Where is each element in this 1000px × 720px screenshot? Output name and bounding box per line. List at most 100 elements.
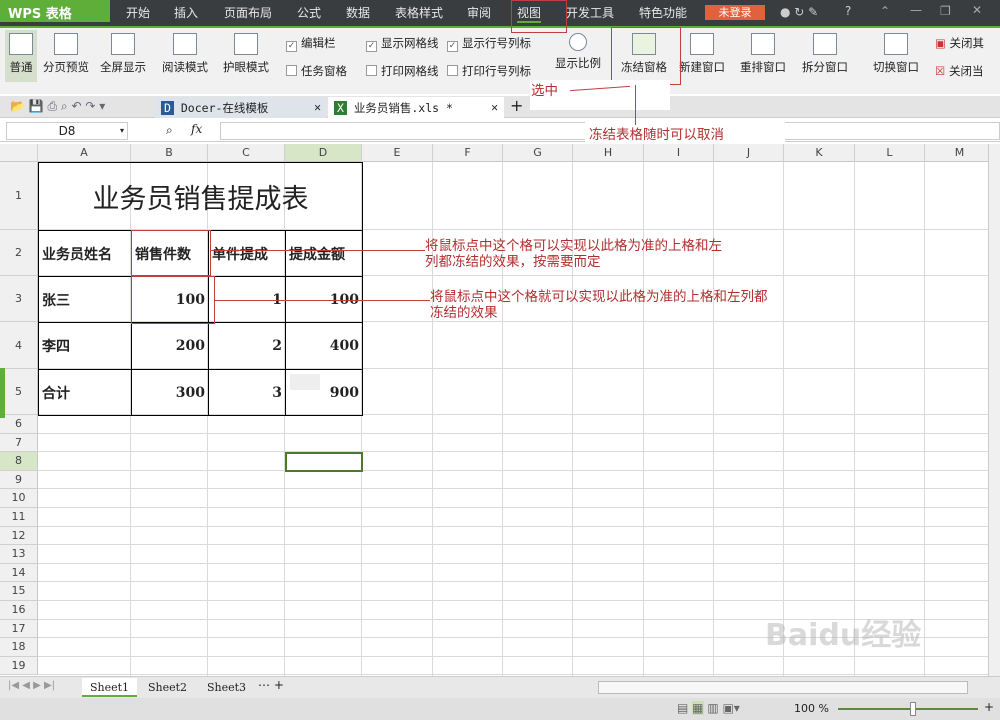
menu-developer[interactable]: 开发工具 — [566, 4, 614, 21]
checkbox-print-gridlines[interactable]: 打印网格线 — [366, 63, 439, 79]
row-header[interactable]: 18 — [0, 638, 38, 657]
paste-options-icon[interactable] — [290, 374, 320, 390]
normal-view-button[interactable]: 普通 — [5, 30, 37, 82]
table-cell[interactable]: 2 — [208, 322, 286, 370]
table-cell[interactable]: 200 — [131, 322, 209, 370]
close-others-button[interactable]: ▣ 关闭其 — [935, 35, 984, 51]
eye-care-button[interactable]: 护眼模式 — [220, 30, 272, 82]
row-header[interactable]: 8 — [0, 452, 38, 471]
close-tab-icon[interactable]: ✕ — [491, 100, 498, 114]
menu-start[interactable]: 开始 — [126, 4, 150, 21]
table-cell[interactable]: 提成金额 — [285, 230, 363, 277]
login-button[interactable]: 未登录 — [705, 5, 765, 20]
checkbox[interactable]: ✓ — [447, 41, 458, 52]
search-icon[interactable]: ⌕ — [166, 123, 173, 138]
close-tab-icon[interactable]: ✕ — [314, 100, 321, 114]
row-header[interactable]: 10 — [0, 489, 38, 508]
row-header[interactable]: 2 — [0, 230, 38, 276]
column-header[interactable]: F — [433, 144, 503, 162]
column-header[interactable]: D — [285, 144, 362, 162]
view-mode-icons[interactable]: ▤ ▦ ▥ ▣▾ — [677, 701, 740, 715]
collapse-icon[interactable]: ⌃ — [880, 4, 890, 18]
checkbox[interactable] — [286, 65, 297, 76]
row-header[interactable]: 15 — [0, 582, 38, 601]
row-header[interactable]: 7 — [0, 433, 38, 453]
horizontal-scrollbar[interactable] — [598, 681, 968, 694]
switch-window-button[interactable]: 切换窗口 — [866, 30, 926, 82]
table-cell[interactable]: 张三 — [38, 276, 132, 323]
row-header[interactable]: 6 — [0, 415, 38, 434]
zoom-slider[interactable] — [838, 708, 978, 710]
chevron-down-icon[interactable]: ▾ — [120, 123, 124, 139]
menu-insert[interactable]: 插入 — [174, 4, 198, 21]
column-header[interactable]: H — [573, 144, 644, 162]
row-header[interactable]: 5 — [0, 369, 38, 415]
row-header[interactable]: 13 — [0, 545, 38, 564]
checkbox[interactable]: ✓ — [286, 41, 297, 52]
fullscreen-button[interactable]: 全屏显示 — [97, 30, 149, 82]
table-title[interactable]: 业务员销售提成表 — [38, 162, 363, 231]
help-icon[interactable]: ? — [845, 4, 851, 18]
close-icon[interactable]: ✕ — [972, 3, 982, 17]
zoom-in-icon[interactable]: + — [984, 700, 994, 714]
menu-page-layout[interactable]: 页面布局 — [224, 4, 272, 21]
column-header[interactable]: E — [362, 144, 433, 162]
row-header[interactable]: 16 — [0, 601, 38, 620]
side-panel-handle[interactable] — [0, 368, 5, 418]
menu-data[interactable]: 数据 — [346, 4, 370, 21]
sheet-nav-arrows[interactable]: |◀ ◀ ▶ ▶| — [8, 680, 55, 691]
menu-features[interactable]: 特色功能 — [639, 4, 687, 21]
checkbox[interactable]: ✓ — [366, 41, 377, 52]
row-header[interactable]: 9 — [0, 470, 38, 490]
column-header[interactable]: G — [503, 144, 573, 162]
row-header[interactable]: 12 — [0, 526, 38, 546]
row-header[interactable]: 11 — [0, 508, 38, 527]
spreadsheet-grid[interactable]: A B C D E F G H I J K L M 1 2 3 4 5 6 7 8 9 10 11 12 13 14 15 16 17 18… — [0, 144, 1000, 676]
toolbar-icons[interactable]: ● ↻ ✎ — [780, 5, 818, 19]
column-header[interactable]: J — [714, 144, 784, 162]
table-cell[interactable]: 合计 — [38, 369, 132, 416]
sheet-tab-2[interactable]: Sheet2 — [140, 678, 195, 697]
sheet-tab-3[interactable]: Sheet3 — [199, 678, 254, 697]
selected-cell-d8[interactable] — [285, 452, 363, 473]
table-cell[interactable]: 300 — [131, 369, 209, 416]
new-tab-icon[interactable]: + — [510, 96, 523, 115]
row-header[interactable]: 3 — [0, 276, 38, 322]
row-header[interactable]: 1 — [0, 162, 38, 230]
checkbox-formula-bar[interactable]: ✓ 编辑栏 — [286, 35, 336, 52]
close-current-button[interactable]: ☒ 关闭当 — [935, 63, 983, 79]
column-header[interactable]: A — [38, 144, 131, 162]
checkbox[interactable] — [447, 65, 458, 76]
page-break-preview-button[interactable]: 分页预览 — [42, 30, 90, 82]
menu-formula[interactable]: 公式 — [297, 4, 321, 21]
tab-docer[interactable]: D Docer-在线模板 ✕ — [155, 97, 327, 118]
menu-table-style[interactable]: 表格样式 — [395, 4, 443, 21]
table-cell[interactable]: 3 — [208, 369, 286, 416]
column-header[interactable]: I — [644, 144, 714, 162]
checkbox[interactable] — [366, 65, 377, 76]
zoom-slider-handle[interactable] — [910, 702, 916, 716]
column-header[interactable]: B — [131, 144, 208, 162]
vertical-scrollbar[interactable] — [988, 144, 1000, 676]
add-sheet-icon[interactable]: ⋯ + — [258, 678, 284, 692]
table-cell[interactable]: 业务员姓名 — [38, 230, 132, 277]
fx-button[interactable]: fx — [191, 122, 202, 136]
table-cell[interactable]: 李四 — [38, 322, 132, 370]
menu-review[interactable]: 审阅 — [467, 4, 491, 21]
checkbox-show-headings[interactable]: ✓ 显示行号列标 — [447, 35, 531, 52]
row-header[interactable]: 17 — [0, 619, 38, 639]
row-header[interactable]: 19 — [0, 656, 38, 676]
checkbox-show-gridlines[interactable]: ✓ 显示网格线 — [366, 35, 439, 52]
table-cell[interactable]: 400 — [285, 322, 363, 370]
table-cell[interactable]: 单件提成 — [208, 230, 286, 277]
app-logo-menu[interactable]: WPS 表格 — [0, 0, 110, 22]
sheet-tab-1[interactable]: Sheet1 — [82, 678, 138, 697]
checkbox-print-headings[interactable]: 打印行号列标 — [447, 63, 531, 79]
column-header[interactable]: L — [855, 144, 925, 162]
row-header[interactable]: 4 — [0, 322, 38, 369]
maximize-icon[interactable]: ❐ — [940, 4, 951, 18]
column-header[interactable]: C — [208, 144, 285, 162]
split-window-button[interactable]: 拆分窗口 — [799, 30, 851, 82]
quick-access-icons[interactable]: 📂 💾 ⎙ ⌕ ↶ ↷ ▾ — [10, 99, 105, 114]
minimize-icon[interactable]: — — [910, 3, 922, 17]
